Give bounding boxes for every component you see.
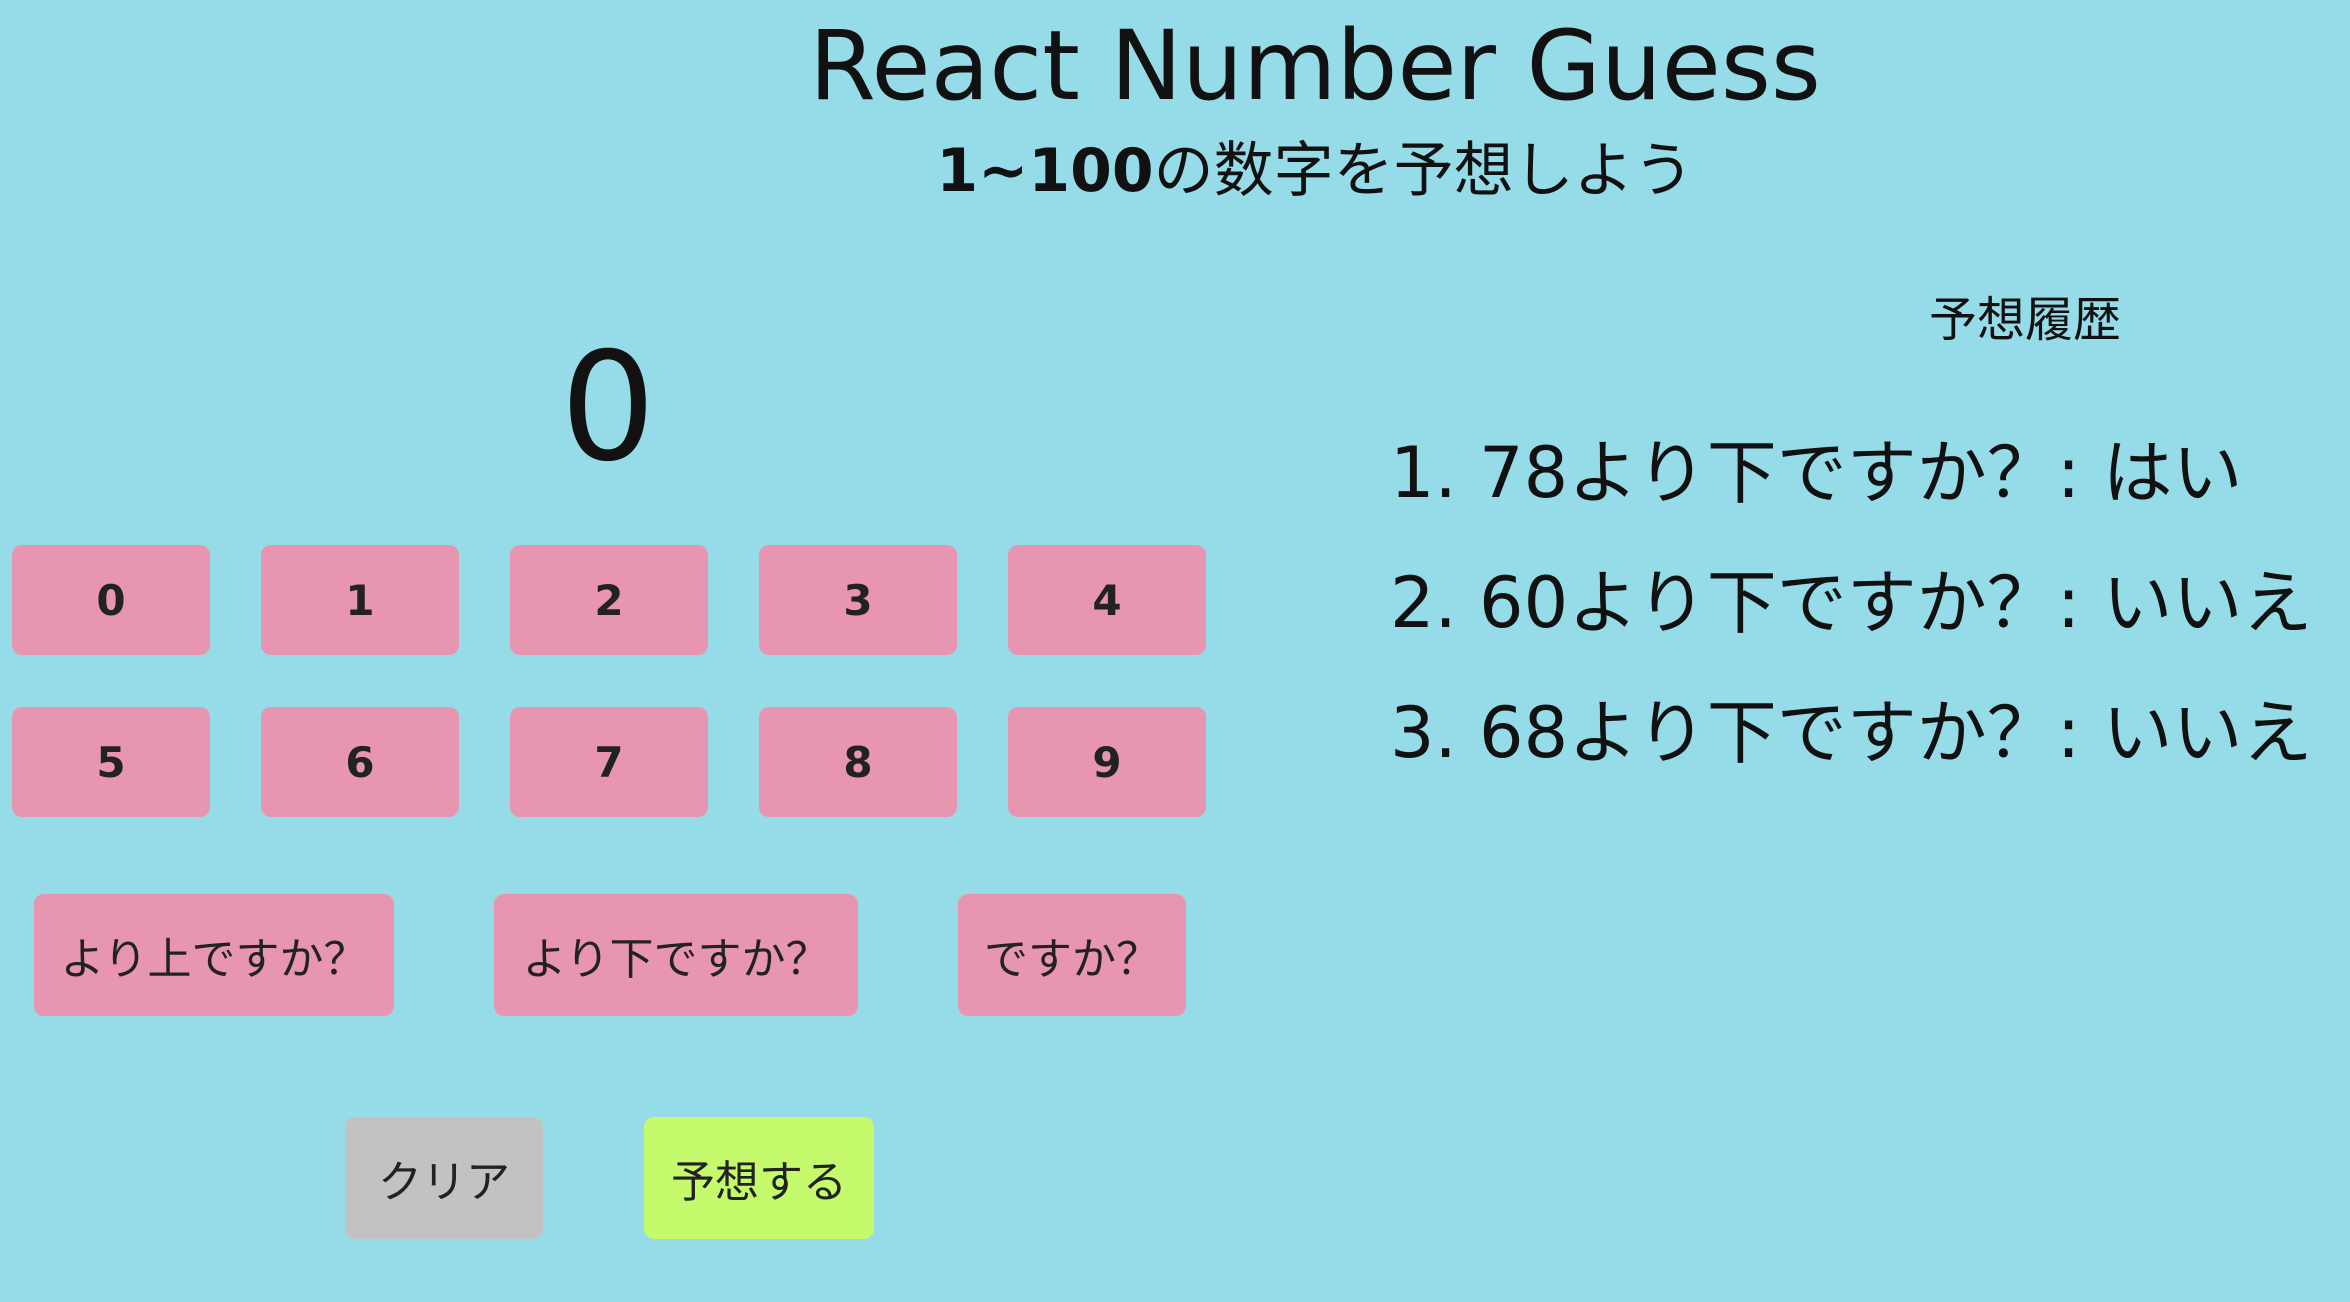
history-title: 予想履歴: [1928, 292, 2121, 348]
current-number-display: 0: [560, 321, 656, 495]
digit-button-9[interactable]: 9: [1008, 707, 1206, 817]
equal-to-button[interactable]: ですか？: [958, 894, 1186, 1016]
app-root: React Number Guess 1~100の数字を予想しよう 0 0 1 …: [0, 0, 2350, 1302]
digit-button-1[interactable]: 1: [261, 545, 459, 655]
subtitle-range: 1~100: [936, 136, 1154, 206]
clear-button[interactable]: クリア: [345, 1117, 543, 1239]
digit-button-7[interactable]: 7: [510, 707, 708, 817]
page-title: React Number Guess: [809, 10, 1821, 122]
digit-button-2[interactable]: 2: [510, 545, 708, 655]
subtitle-text: の数字を予想しよう: [1153, 136, 1694, 206]
higher-than-button[interactable]: より上ですか？: [34, 894, 394, 1016]
digit-button-6[interactable]: 6: [261, 707, 459, 817]
history-item: 3. 68より下ですか？: いいえ: [1390, 692, 2313, 774]
digit-button-8[interactable]: 8: [759, 707, 957, 817]
guess-button[interactable]: 予想する: [644, 1117, 874, 1239]
digit-button-5[interactable]: 5: [12, 707, 210, 817]
digit-button-3[interactable]: 3: [759, 545, 957, 655]
page-subtitle: 1~100の数字を予想しよう: [660, 132, 1970, 210]
history-list: 1. 78より下ですか？: はい 2. 60より下ですか？: いいえ 3. 68…: [1390, 408, 2350, 798]
digit-button-0[interactable]: 0: [12, 545, 210, 655]
history-item: 2. 60より下ですか？: いいえ: [1390, 562, 2313, 644]
history-item: 1. 78より下ですか？: はい: [1390, 432, 2243, 514]
digit-button-4[interactable]: 4: [1008, 545, 1206, 655]
lower-than-button[interactable]: より下ですか？: [494, 894, 858, 1016]
